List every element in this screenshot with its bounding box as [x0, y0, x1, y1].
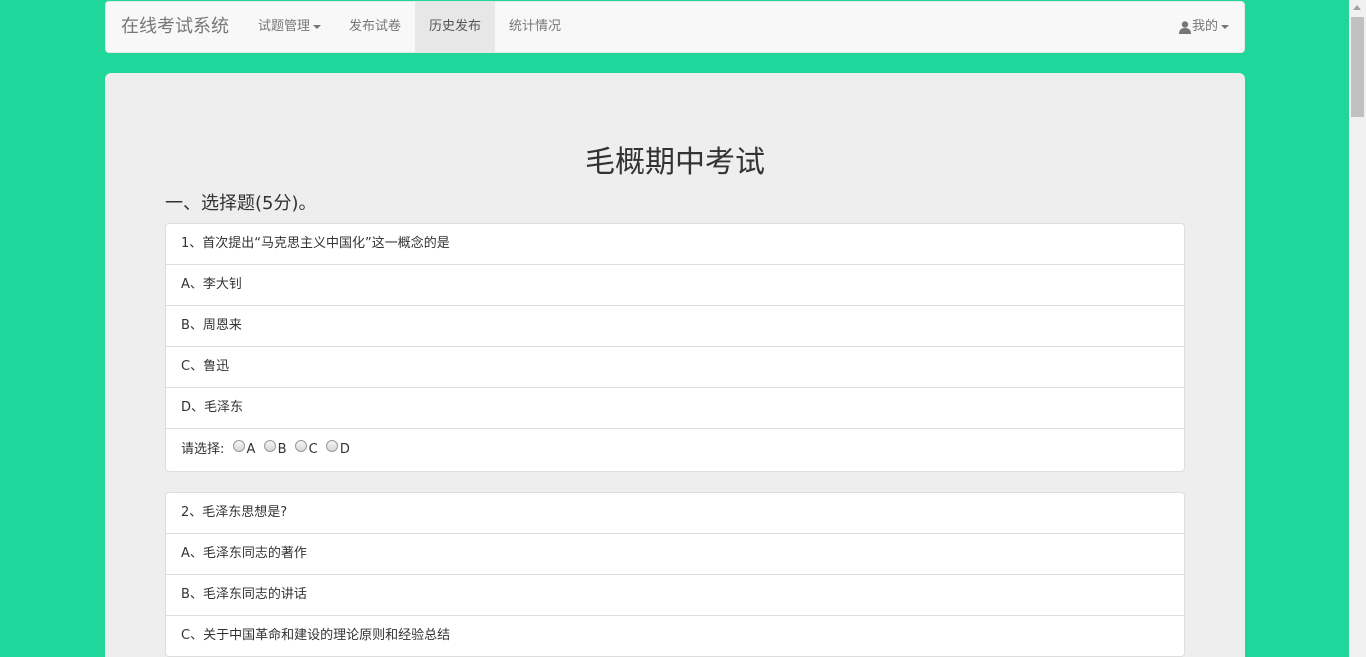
scroll-up-arrow-icon[interactable] — [1353, 5, 1361, 10]
option-item: C、关于中国革命和建设的理论原则和经验总结 — [181, 628, 451, 643]
nav-item-question-management[interactable]: 试题管理 — [244, 2, 335, 52]
question-card: 2、毛泽东思想是? A、毛泽东同志的著作 B、毛泽东同志的讲话 C、关于中国革命… — [165, 492, 1185, 657]
option-item: A、李大钊 — [166, 265, 1184, 306]
nav-item-history[interactable]: 历史发布 — [415, 2, 496, 52]
nav-item-publish-paper[interactable]: 发布试卷 — [335, 2, 415, 52]
radio-label-a: A — [246, 442, 256, 457]
option-item: D、毛泽东 — [166, 388, 1184, 429]
nav-item-statistics[interactable]: 统计情况 — [495, 2, 575, 52]
answer-row: 请选择: A B C D — [166, 429, 1184, 471]
question-card: 1、首次提出“马克思主义中国化”这一概念的是 A、李大钊 B、周恩来 C、鲁迅 … — [165, 223, 1185, 472]
brand-title[interactable]: 在线考试系统 — [106, 2, 244, 52]
question-stem: 2、毛泽东思想是? — [166, 493, 1184, 534]
option-item: A、毛泽东同志的著作 — [166, 534, 1184, 575]
radio-c[interactable] — [294, 440, 307, 452]
radio-label-c: C — [308, 442, 318, 457]
radio-label-d: D — [339, 442, 350, 457]
radio-a[interactable] — [232, 440, 245, 452]
user-menu-label: 我的 — [1191, 19, 1218, 34]
answer-prompt: 请选择: — [181, 442, 225, 457]
question-stem: 1、首次提出“马克思主义中国化”这一概念的是 — [166, 224, 1184, 265]
top-navbar: 在线考试系统 试题管理 发布试卷 历史发布 统计情况 我的 — [105, 1, 1245, 53]
chevron-down-icon — [1221, 25, 1229, 29]
option-item: C、鲁迅 — [166, 347, 1184, 388]
radio-d[interactable] — [325, 440, 338, 452]
exam-panel: 毛概期中考试 一、选择题(5分)。 1、首次提出“马克思主义中国化”这一概念的是… — [105, 73, 1245, 657]
chevron-down-icon — [313, 24, 322, 29]
option-item: B、周恩来 — [166, 306, 1184, 347]
exam-title: 毛概期中考试 — [585, 145, 765, 180]
option-item: B、毛泽东同志的讲话 — [166, 575, 1184, 616]
scroll-thumb[interactable] — [1351, 17, 1364, 117]
user-menu[interactable]: 我的 — [1164, 2, 1244, 52]
nav-item-label: 试题管理 — [258, 19, 311, 34]
nav-spacer — [575, 2, 1164, 52]
user-icon — [1178, 20, 1191, 34]
page-scrollbar[interactable] — [1349, 0, 1366, 657]
radio-label-b: B — [277, 442, 287, 457]
section-title: 一、选择题(5分)。 — [165, 193, 317, 214]
radio-b[interactable] — [263, 440, 276, 452]
